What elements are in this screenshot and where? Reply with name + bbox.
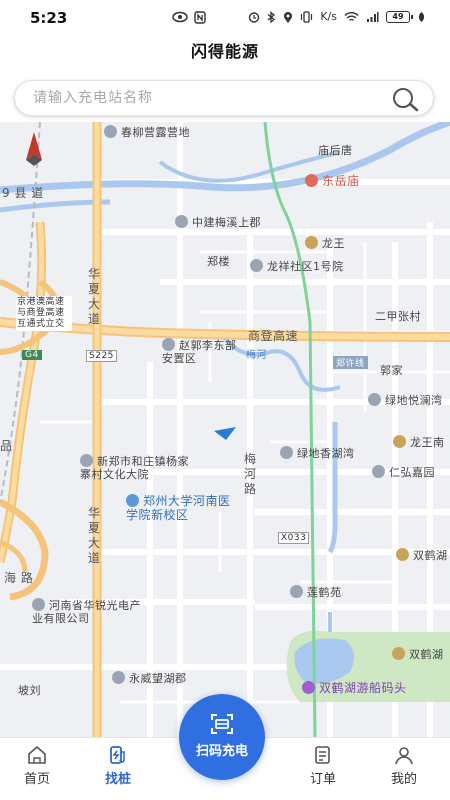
map-label-meihelu: 梅河路: [244, 452, 257, 496]
map-label-interchange: 京港澳高速与商登高速互通式立交: [16, 296, 72, 331]
map-label-renhong: 仁弘嘉园: [372, 464, 435, 480]
map-label-g4: G4: [22, 350, 42, 360]
vibrate-icon: [301, 11, 313, 23]
station-pin-icon: [305, 236, 318, 249]
search-icon[interactable]: [391, 86, 419, 112]
nav-mine[interactable]: 我的: [369, 744, 439, 787]
bluetooth-icon: [267, 10, 276, 23]
poi-pin-icon: [290, 585, 303, 598]
map-label-hailu: 海 路: [4, 571, 34, 585]
app-header: 闪得能源: [0, 36, 450, 74]
map-view[interactable]: 春柳营露营地 庙后唐 东岳庙 9 县 道 中建梅溪上郡 龙王 郑楼 龙祥社区1号…: [0, 122, 450, 737]
poi-pin-icon: [32, 598, 45, 611]
page-title: 闪得能源: [190, 42, 259, 61]
map-label-lvdi-xiang: 绿地香湖湾: [280, 445, 355, 461]
map-label-lvdi-yue: 绿地悦澜湾: [368, 392, 443, 408]
search-input[interactable]: 请输入充电站名称: [33, 81, 153, 115]
map-label-shuanghe-hu: 双鹤湖: [396, 547, 448, 563]
map-label-poliu: 坡刘: [18, 684, 41, 697]
map-label-xinzheng: 新郑市和庄镇杨家寨村文化大院: [80, 454, 189, 481]
nav-find-label: 找桩: [104, 772, 131, 787]
map-label-zhengda: 郑州大学河南医学院新校区: [126, 494, 231, 522]
poi-pin-icon: [104, 125, 117, 138]
map-label-dongyuemiao: 东岳庙: [305, 172, 360, 189]
map-label-s225: S225: [86, 350, 117, 362]
landmark-pin-icon: [305, 174, 318, 187]
poi-pin-icon: [250, 259, 263, 272]
map-label-shuanghe2: 双鹤湖: [392, 646, 444, 662]
nav-home[interactable]: 首页: [2, 744, 72, 787]
home-icon: [28, 746, 46, 764]
net-speed: K/s: [320, 10, 337, 23]
map-label-county-road: 9 县 道: [2, 186, 44, 200]
poi-pin-icon: [112, 671, 125, 684]
station-pin-icon: [393, 435, 406, 448]
search-bar[interactable]: 请输入充电站名称: [14, 80, 434, 116]
map-label-lianhe: 莲鹤苑: [290, 584, 342, 600]
map-label-huaxia-south: 华夏大道: [88, 506, 101, 565]
nav-orders[interactable]: 订单: [288, 744, 358, 787]
user-icon: [395, 747, 413, 765]
battery-indicator: 49: [386, 11, 413, 23]
scan-charge-button[interactable]: 扫码充电: [179, 694, 265, 780]
station-pin-icon: [392, 647, 405, 660]
nav-orders-label: 订单: [309, 772, 336, 787]
map-label-pin: 品: [0, 439, 13, 453]
status-left-icons: [172, 11, 206, 24]
leaf-icon: [418, 12, 425, 22]
map-label-meihe: 梅河: [246, 350, 267, 361]
status-time: 5:23: [30, 9, 68, 27]
scan-charge-label: 扫码充电: [195, 744, 248, 759]
scan-icon: [211, 714, 233, 734]
map-label-huaxia-north: 华夏大道: [88, 267, 101, 326]
map-label-chunliu: 春柳营露营地: [104, 124, 190, 140]
signal-icon: [367, 12, 379, 22]
poi-pin-icon: [175, 215, 188, 228]
poi-pin-icon: [368, 393, 381, 406]
map-label-zhongjian: 中建梅溪上郡: [175, 214, 261, 230]
poi-pin-icon: [280, 446, 293, 459]
map-label-zhengxu: 郑许线: [333, 356, 368, 369]
nav-home-label: 首页: [23, 772, 50, 787]
nav-mine-label: 我的: [390, 772, 417, 787]
map-label-zhenglou: 郑楼: [207, 255, 230, 268]
poi-pin-icon: [162, 338, 175, 351]
map-label-longxiang: 龙祥社区1号院: [250, 258, 344, 274]
poi-pin-icon: [80, 454, 93, 467]
map-label-shangdeng: 商登高速: [248, 329, 299, 343]
map-label-henan: 河南省华锐光电产业有限公司: [32, 598, 141, 625]
nav-find[interactable]: 找桩: [83, 744, 153, 787]
map-label-youchuan: 双鹤湖游船码头: [302, 679, 407, 696]
poi-pin-icon: [372, 465, 385, 478]
map-label-longwang: 龙王: [305, 235, 345, 251]
eye-icon: [172, 11, 188, 23]
map-label-longwangnan: 龙王南: [393, 434, 445, 450]
map-label-guojia: 郭家: [380, 364, 403, 377]
pier-pin-icon: [302, 681, 315, 694]
station-pin-icon: [396, 548, 409, 561]
wifi-icon: [344, 12, 359, 21]
charger-icon: [110, 746, 125, 764]
nfc-icon: [194, 11, 206, 24]
school-pin-icon: [126, 494, 139, 507]
status-bar: 5:23 K/s 49: [0, 0, 450, 36]
status-right-icons: K/s 49: [248, 10, 426, 24]
alarm-icon: [249, 12, 260, 23]
map-label-erjia: 二甲张村: [375, 310, 421, 323]
map-label-zhaoguo: 赵郭李东部安置区: [162, 338, 237, 365]
location-icon: [284, 11, 293, 23]
map-label-x033: X033: [278, 532, 310, 544]
map-label-yongwei: 永威望湖郡: [112, 670, 187, 686]
map-label-miaohoutang: 庙后唐: [318, 144, 353, 157]
order-icon: [315, 746, 330, 764]
